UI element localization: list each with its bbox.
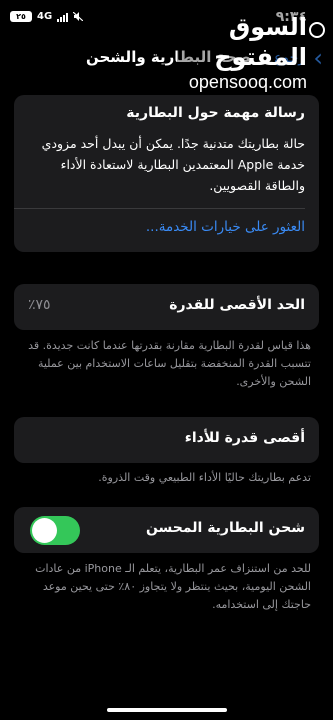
silent-mode-icon: [73, 12, 84, 21]
find-service-options-link[interactable]: العثور على خيارات الخدمة...: [146, 219, 305, 235]
home-indicator[interactable]: [106, 708, 227, 712]
optimized-charging-toggle[interactable]: [30, 516, 80, 545]
toggle-knob: [32, 518, 57, 543]
maximum-capacity-footnote: هذا قياس لقدرة البطارية مقارنة بقدرتها ع…: [28, 339, 311, 388]
optimized-charging-footnote: للحد من استنزاف عمر البطارية، يتعلم الـ …: [35, 562, 311, 611]
peak-performance-footnote: تدعم بطاريتك حاليًا الأداء الطبيعي وقت ا…: [98, 471, 311, 484]
status-indicators: ٢٥ 4G: [10, 11, 84, 22]
maximum-capacity-value: ٪٧٥: [28, 297, 51, 313]
maximum-capacity-label: الحد الأقصى للقدرة: [169, 297, 305, 313]
divider: [14, 208, 305, 209]
optimized-charging-row: شحن البطارية المحسن: [14, 507, 319, 553]
maximum-capacity-row: الحد الأقصى للقدرة ٪٧٥: [14, 284, 319, 330]
cellular-signal-icon: [57, 12, 69, 22]
battery-icon: ٢٥: [10, 11, 32, 22]
peak-performance-row: أقصى قدرة للأداء: [14, 417, 319, 463]
network-type-label: 4G: [37, 11, 53, 22]
opensooq-watermark: السوق المفتوح opensooq.com: [177, 12, 327, 92]
message-body: حالة بطاريتك متدنية جدًا. يمكن أن يبدل أ…: [41, 136, 305, 193]
watermark-arabic-text: السوق المفتوح: [214, 13, 307, 71]
watermark-latin-text: opensooq.com: [188, 72, 307, 92]
watermark-logo-icon: [309, 22, 325, 38]
battery-message-card: رسالة مهمة حول البطارية حالة بطاريتك متد…: [14, 95, 319, 252]
peak-performance-label: أقصى قدرة للأداء: [184, 430, 305, 446]
message-title: رسالة مهمة حول البطارية: [126, 105, 305, 121]
optimized-charging-label: شحن البطارية المحسن: [145, 520, 305, 536]
